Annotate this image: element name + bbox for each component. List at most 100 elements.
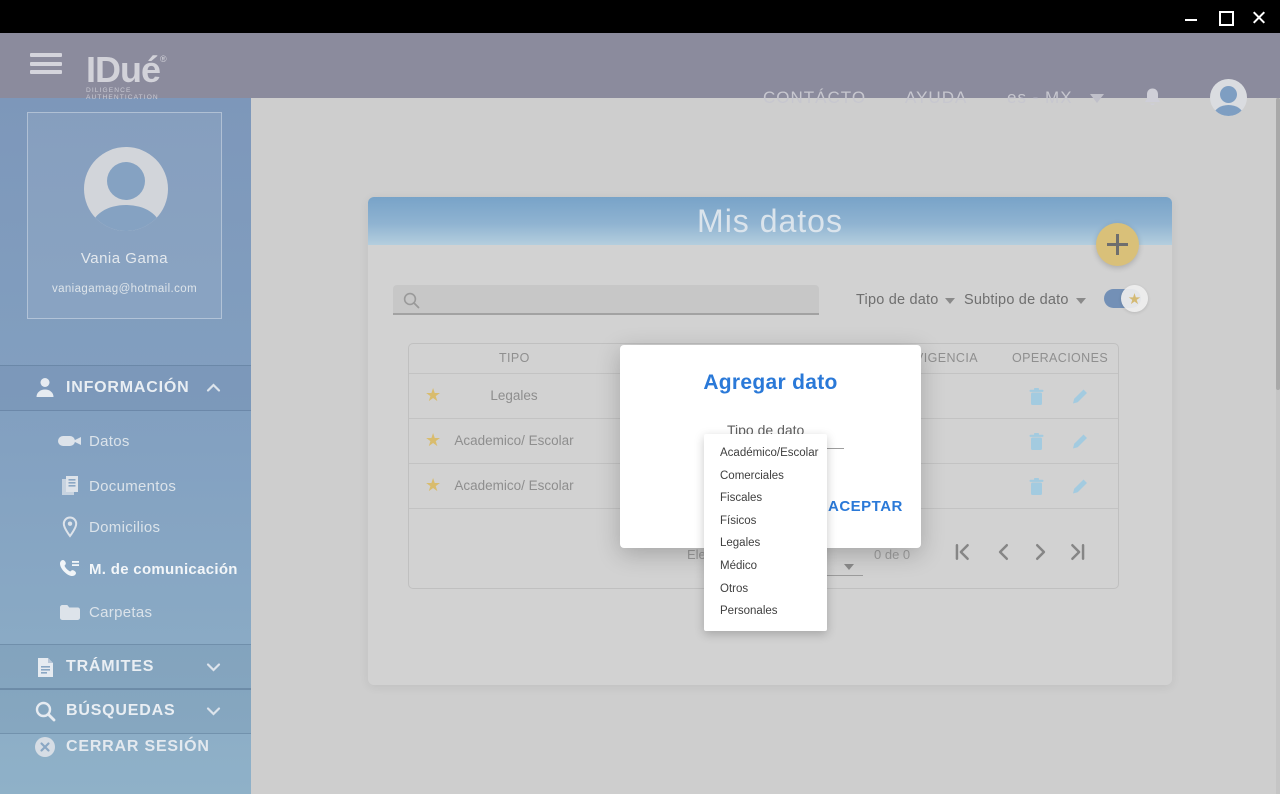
cell-tipo: Academico/ Escolar — [449, 433, 579, 448]
nav-contact[interactable]: CONTÁCTO — [763, 88, 866, 108]
column-operaciones: OPERACIONES — [1012, 351, 1108, 365]
delete-icon[interactable] — [1028, 477, 1046, 496]
sidebar-item-documentos[interactable]: Documentos — [0, 471, 251, 501]
sidebar-item-domicilios[interactable]: Domicilios — [0, 512, 251, 542]
page-title: Mis datos — [368, 203, 1172, 240]
logout-button[interactable]: CERRAR SESIÓN — [0, 731, 251, 763]
favorite-star-icon[interactable]: ★ — [425, 385, 441, 406]
filter-tipo-de-dato[interactable]: Tipo de dato — [856, 292, 955, 308]
next-page-icon[interactable] — [1031, 543, 1049, 561]
sidebar-item-label: Domicilios — [89, 519, 160, 536]
add-button[interactable] — [1096, 223, 1139, 266]
option-legales[interactable]: Legales — [704, 532, 827, 555]
scrollbar-thumb[interactable] — [1276, 98, 1280, 390]
chevron-down-icon — [1076, 298, 1086, 304]
close-icon[interactable] — [1252, 10, 1266, 24]
favorite-star-icon[interactable]: ★ — [425, 475, 441, 496]
profile-email: vaniagamag@hotmail.com — [28, 283, 221, 295]
tipo-de-dato-options: Académico/Escolar Comerciales Fiscales F… — [704, 434, 827, 631]
logout-label: CERRAR SESIÓN — [66, 738, 210, 756]
first-page-icon[interactable] — [953, 543, 971, 561]
folder-icon — [57, 604, 83, 621]
sidebar-section-label: TRÁMITES — [66, 658, 154, 676]
accept-button[interactable]: ACEPTAR — [828, 498, 903, 515]
option-fiscales[interactable]: Fiscales — [704, 487, 827, 510]
notifications-bell-icon[interactable] — [1143, 87, 1162, 108]
option-medico[interactable]: Médico — [704, 555, 827, 578]
search-input[interactable] — [427, 287, 807, 313]
search-box — [393, 285, 819, 315]
cell-tipo: Academico/ Escolar — [449, 478, 579, 493]
app-header: IDué® DILIGENCE AUTHENTICATION CONTÁCTO … — [0, 33, 1280, 98]
filter-subtipo-de-dato[interactable]: Subtipo de dato — [964, 292, 1086, 308]
document-icon — [33, 657, 57, 678]
app-window: IDué® DILIGENCE AUTHENTICATION CONTÁCTO … — [0, 0, 1280, 794]
profile-card: Vania Gama vaniagamag@hotmail.com — [27, 112, 222, 319]
option-academico-escolar[interactable]: Académico/Escolar — [704, 442, 827, 465]
vertical-scrollbar[interactable] — [1276, 98, 1280, 794]
maximize-icon[interactable] — [1218, 10, 1232, 24]
phone-icon — [57, 558, 83, 580]
sidebar-item-datos[interactable]: Datos — [0, 426, 251, 456]
data-card-icon — [57, 435, 83, 447]
chevron-down-icon — [1090, 94, 1104, 103]
edit-pencil-icon[interactable] — [1071, 387, 1089, 406]
chevron-down-icon — [206, 662, 221, 672]
card-title-band: Mis datos — [368, 197, 1172, 245]
column-tipo: TIPO — [499, 351, 530, 365]
delete-icon[interactable] — [1028, 432, 1046, 451]
chevron-up-icon — [206, 383, 221, 393]
logo-title: IDué — [86, 49, 160, 90]
column-vigencia: VIGENCIA — [915, 351, 978, 365]
sidebar-item-label: Carpetas — [89, 604, 152, 621]
person-icon — [33, 377, 57, 399]
filter-label: Subtipo de dato — [964, 292, 1069, 308]
sidebar-item-label: Documentos — [89, 478, 176, 495]
page-size-select[interactable] — [821, 575, 863, 576]
sidebar-section-busquedas[interactable]: BÚSQUEDAS — [0, 688, 251, 734]
edit-pencil-icon[interactable] — [1071, 432, 1089, 451]
option-comerciales[interactable]: Comerciales — [704, 465, 827, 488]
cell-tipo: Legales — [449, 388, 579, 403]
option-fisicos[interactable]: Físicos — [704, 510, 827, 533]
menu-icon[interactable] — [30, 53, 62, 78]
option-personales[interactable]: Personales — [704, 600, 827, 623]
language-selector[interactable]: es - MX — [1007, 88, 1104, 108]
minimize-icon[interactable] — [1184, 10, 1198, 24]
registered-mark: ® — [160, 54, 166, 64]
avatar-head — [1220, 86, 1237, 103]
search-icon — [33, 701, 57, 722]
dialog-title: Agregar dato — [620, 371, 921, 395]
favorites-toggle[interactable]: ★ — [1104, 289, 1141, 308]
sidebar-item-comunicacion[interactable]: M. de comunicación — [0, 554, 251, 584]
sidebar-section-label: INFORMACIÓN — [66, 379, 189, 397]
chevron-down-icon — [844, 564, 854, 570]
chevron-down-icon — [206, 706, 221, 716]
sidebar-item-label: Datos — [89, 433, 130, 450]
option-otros[interactable]: Otros — [704, 578, 827, 601]
nav-help[interactable]: AYUDA — [905, 88, 967, 108]
user-avatar[interactable] — [1210, 79, 1247, 116]
sidebar: Vania Gama vaniagamag@hotmail.com INFORM… — [0, 98, 251, 794]
chevron-down-icon — [945, 298, 955, 304]
sidebar-section-tramites[interactable]: TRÁMITES — [0, 644, 251, 690]
sidebar-item-label: M. de comunicación — [89, 561, 238, 578]
last-page-icon[interactable] — [1069, 543, 1087, 561]
language-label: es - MX — [1007, 88, 1073, 107]
sidebar-item-carpetas[interactable]: Carpetas — [0, 597, 251, 627]
search-icon — [403, 292, 420, 309]
favorite-star-icon[interactable]: ★ — [425, 430, 441, 451]
edit-pencil-icon[interactable] — [1071, 477, 1089, 496]
os-titlebar — [0, 0, 1280, 33]
documents-icon — [57, 475, 83, 497]
delete-icon[interactable] — [1028, 387, 1046, 406]
previous-page-icon[interactable] — [995, 543, 1013, 561]
sidebar-section-label: BÚSQUEDAS — [66, 702, 175, 720]
logout-circle-x-icon — [33, 736, 57, 758]
sidebar-section-informacion[interactable]: INFORMACIÓN — [0, 365, 251, 411]
page-range: 0 de 0 — [874, 547, 910, 562]
location-pin-icon — [57, 516, 83, 538]
app-logo: IDué® DILIGENCE AUTHENTICATION — [86, 39, 206, 101]
profile-avatar — [84, 147, 168, 231]
filter-label: Tipo de dato — [856, 292, 938, 308]
